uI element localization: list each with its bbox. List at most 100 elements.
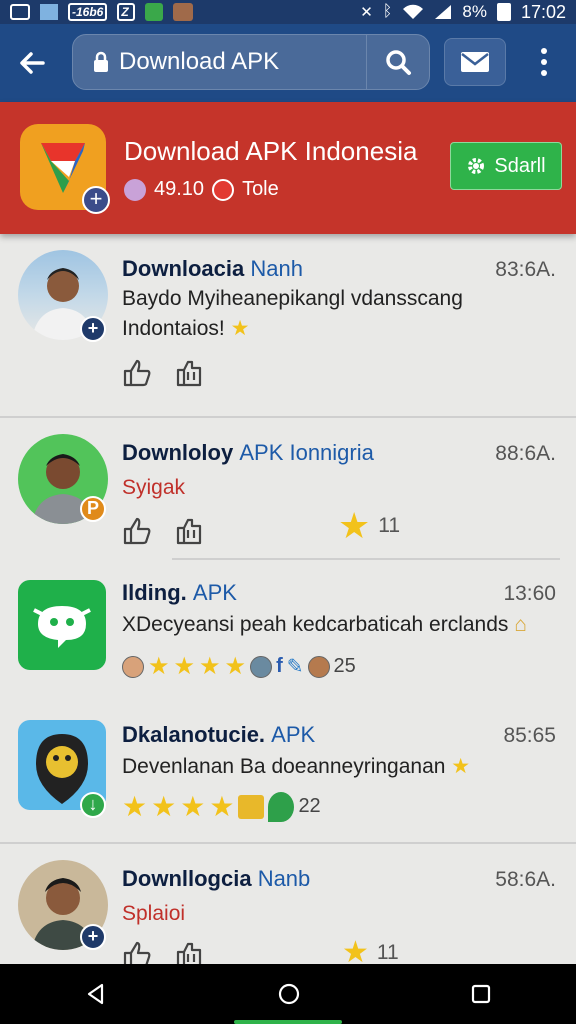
search-input[interactable]: Download APK bbox=[119, 48, 366, 76]
reviewer-avatar bbox=[250, 655, 273, 678]
list-item[interactable]: + Downllogcia Nanb 58:6A. Splaioi ★ 11 bbox=[0, 844, 576, 969]
developer-icon bbox=[124, 178, 146, 201]
wifi-icon bbox=[403, 4, 424, 19]
star-icon: ★ bbox=[180, 791, 206, 822]
banner-meta: 49.10 Tole bbox=[124, 178, 279, 201]
share-button[interactable] bbox=[174, 358, 204, 388]
like-button[interactable] bbox=[122, 358, 152, 388]
featured-banner[interactable]: + Download APK Indonesia 49.10 Tole Sdar… bbox=[0, 102, 576, 234]
photo-notification-icon bbox=[173, 3, 194, 21]
lock-icon bbox=[83, 51, 119, 73]
rating-row: ★ ★ ★ ★ f ✎ 25 bbox=[122, 652, 356, 681]
add-badge-icon: + bbox=[82, 186, 110, 214]
item-time: 85:65 bbox=[503, 724, 556, 747]
item-title: Dkalanotucie. APK bbox=[122, 722, 316, 747]
rating-row: ★ ★ ★ ★ 22 bbox=[122, 791, 321, 822]
image-notification-icon bbox=[40, 4, 58, 20]
item-subtitle: Syigak bbox=[122, 476, 186, 499]
gear-icon bbox=[468, 158, 485, 174]
star-icon: ★ bbox=[148, 653, 170, 680]
star-icon: ★ bbox=[338, 505, 371, 546]
facebook-icon: f bbox=[276, 655, 283, 677]
nav-back-button[interactable] bbox=[84, 982, 108, 1006]
star-icon: ★ bbox=[122, 791, 148, 822]
more-dot bbox=[541, 70, 547, 76]
item-title: Downllogcia Nanb bbox=[122, 866, 311, 891]
mail-button[interactable] bbox=[444, 38, 506, 86]
item-actions bbox=[122, 516, 204, 546]
star-icon: ★ bbox=[451, 755, 471, 778]
star-icon: ★ bbox=[209, 791, 235, 822]
battery-icon bbox=[496, 3, 511, 21]
nav-recents-button[interactable] bbox=[470, 983, 492, 1005]
leaf-icon bbox=[268, 791, 295, 822]
more-dot bbox=[541, 59, 547, 65]
game-notification-icon bbox=[145, 3, 164, 21]
download-badge-icon: ↓ bbox=[80, 792, 106, 818]
star-icon: ★ bbox=[224, 653, 247, 680]
item-time: 83:6A. bbox=[495, 258, 556, 281]
signal-icon bbox=[435, 5, 452, 19]
item-time: 13:60 bbox=[503, 582, 556, 605]
app-icon[interactable] bbox=[18, 580, 106, 670]
star-count[interactable]: ★ 11 bbox=[338, 508, 400, 544]
share-button[interactable] bbox=[174, 516, 204, 546]
reviewer-avatar bbox=[122, 655, 144, 678]
status-bar: -16b6 Z ✕ ᛒ 8% 17:02 bbox=[0, 0, 576, 24]
list-item[interactable]: Ilding. APK 13:60 XDecyeansi peah kedcar… bbox=[0, 558, 576, 708]
clock: 17:02 bbox=[520, 1, 566, 22]
reviewer-avatar bbox=[307, 655, 330, 678]
search-button[interactable] bbox=[367, 34, 429, 90]
more-options-button[interactable] bbox=[524, 38, 564, 86]
status-label-1: -16b6 bbox=[68, 3, 108, 21]
item-body: XDecyeansi peah kedcarbaticah erclands ⌂ bbox=[122, 613, 527, 636]
banner-meta-label: Tole bbox=[242, 178, 279, 200]
star-icon: ★ bbox=[230, 317, 250, 340]
badge-icon bbox=[238, 794, 265, 819]
start-button-label: Sdarll bbox=[494, 154, 546, 177]
app-notification-icon bbox=[10, 4, 30, 20]
item-body: Baydo Myiheanepikangl vdansscang Indonta… bbox=[122, 287, 463, 340]
star-icon: ★ bbox=[151, 791, 177, 822]
item-subtitle: Splaioi bbox=[122, 902, 186, 925]
start-button[interactable]: Sdarll bbox=[450, 142, 562, 190]
back-button[interactable] bbox=[4, 33, 60, 93]
battery-text: 8% bbox=[462, 2, 487, 21]
hat-icon: ⌂ bbox=[514, 613, 527, 636]
bluetooth-icon: ᛒ bbox=[382, 3, 393, 20]
star-icon: ★ bbox=[173, 653, 196, 680]
add-badge-icon: + bbox=[80, 316, 106, 342]
mute-icon: ✕ bbox=[360, 4, 373, 21]
item-time: 88:6A. bbox=[495, 442, 556, 465]
gesture-pill bbox=[234, 1020, 342, 1024]
search-field[interactable]: Download APK bbox=[72, 34, 430, 90]
list-item[interactable]: + Downloacia Nanh 83:6A. Baydo Myiheanep… bbox=[0, 234, 576, 418]
app-bar: Download APK bbox=[0, 24, 576, 102]
no-entry-icon bbox=[212, 178, 235, 201]
app-logo-icon: + bbox=[20, 124, 110, 214]
more-dot bbox=[541, 48, 547, 54]
list-item[interactable]: ↓ Dkalanotucie. APK 85:65 Devenlanan Ba … bbox=[0, 708, 576, 844]
add-badge-icon: + bbox=[80, 924, 106, 950]
status-left-icons: -16b6 Z bbox=[10, 3, 194, 21]
list-item[interactable]: P Downloloy APK Ionnigria 88:6A. Syigak … bbox=[0, 418, 576, 560]
search-icon bbox=[386, 50, 411, 75]
item-title: Downloacia Nanh bbox=[122, 256, 303, 281]
item-title: Downloloy APK Ionnigria bbox=[122, 440, 374, 465]
profile-badge-icon: P bbox=[80, 496, 106, 522]
status-right-icons: ✕ ᛒ 8% 17:02 bbox=[360, 2, 566, 23]
nav-home-button[interactable] bbox=[277, 982, 301, 1006]
item-title: Ilding. APK bbox=[122, 580, 237, 605]
banner-rating: 49.10 bbox=[154, 178, 205, 200]
mail-icon bbox=[461, 52, 489, 72]
status-label-2: Z bbox=[117, 3, 136, 21]
system-nav-bar bbox=[0, 964, 576, 1024]
banner-title: Download APK Indonesia bbox=[124, 136, 418, 166]
like-button[interactable] bbox=[122, 516, 152, 546]
back-arrow-icon bbox=[20, 52, 45, 74]
item-actions bbox=[122, 358, 204, 388]
item-body: Devenlanan Ba doeanneyringanan ★ bbox=[122, 755, 471, 778]
star-icon: ★ bbox=[199, 653, 221, 680]
item-time: 58:6A. bbox=[495, 868, 556, 891]
share-icon: ✎ bbox=[286, 656, 304, 678]
